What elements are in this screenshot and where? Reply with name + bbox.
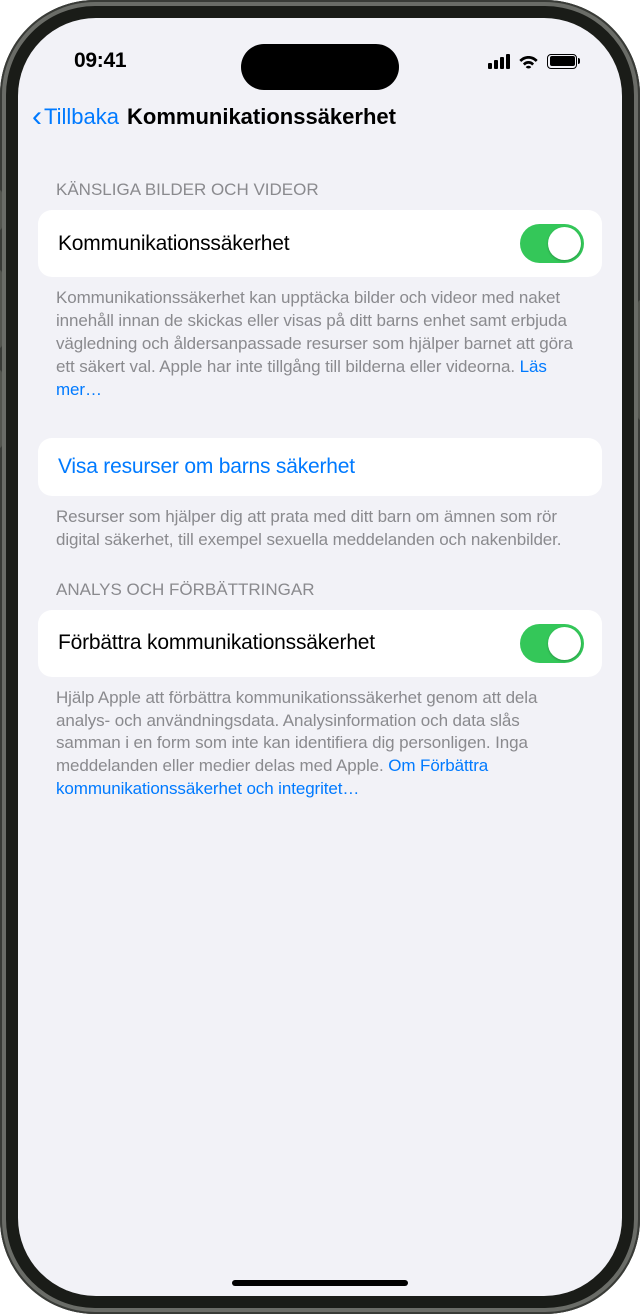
back-label: Tillbaka [44,104,119,130]
back-button[interactable]: ‹ Tillbaka [32,102,119,132]
device-frame: 09:41 ‹ Tillbaka [0,0,640,1314]
improve-toggle[interactable] [520,624,584,663]
section-footer-sensitive: Kommunikationssäkerhet kan upptäcka bild… [38,277,602,402]
cell-comm-safety-toggle[interactable]: Kommunikationssäkerhet [38,210,602,277]
cell-link-label: Visa resurser om barns säkerhet [58,455,355,479]
section-header-analytics: ANALYS OCH FÖRBÄTTRINGAR [38,552,602,610]
cell-group-comm-safety: Kommunikationssäkerhet [38,210,602,277]
dynamic-island [241,44,399,90]
cell-improve-toggle[interactable]: Förbättra kommunikationssäkerhet [38,610,602,677]
status-time: 09:41 [74,49,126,73]
comm-safety-toggle[interactable] [520,224,584,263]
home-indicator[interactable] [232,1280,408,1286]
battery-icon [547,54,580,69]
wifi-icon [518,54,539,69]
section-header-sensitive: KÄNSLIGA BILDER OCH VIDEOR [38,142,602,210]
cell-group-resources: Visa resurser om barns säkerhet [38,438,602,496]
page-title: Kommunikationssäkerhet [127,104,396,130]
section-footer-resources: Resurser som hjälper dig att prata med d… [38,496,602,552]
navigation-bar: ‹ Tillbaka Kommunikationssäkerhet [18,88,622,142]
side-button [0,190,2,230]
screen: 09:41 ‹ Tillbaka [18,18,622,1296]
cell-label: Förbättra kommunikationssäkerhet [58,631,375,655]
footer-text: Resurser som hjälper dig att prata med d… [56,507,561,549]
volume-down-button [0,370,2,448]
toggle-knob [548,227,581,260]
settings-content: KÄNSLIGA BILDER OCH VIDEOR Kommunikation… [18,142,622,801]
toggle-knob [548,627,581,660]
cell-label: Kommunikationssäkerhet [58,232,289,256]
cellular-signal-icon [488,54,510,69]
footer-text: Kommunikationssäkerhet kan upptäcka bild… [56,288,573,376]
cell-group-improve: Förbättra kommunikationssäkerhet [38,610,602,677]
cell-show-resources[interactable]: Visa resurser om barns säkerhet [38,438,602,496]
volume-up-button [0,270,2,348]
status-icons [488,54,580,69]
section-footer-analytics: Hjälp Apple att förbättra kommunikations… [38,677,602,802]
chevron-left-icon: ‹ [32,102,42,132]
